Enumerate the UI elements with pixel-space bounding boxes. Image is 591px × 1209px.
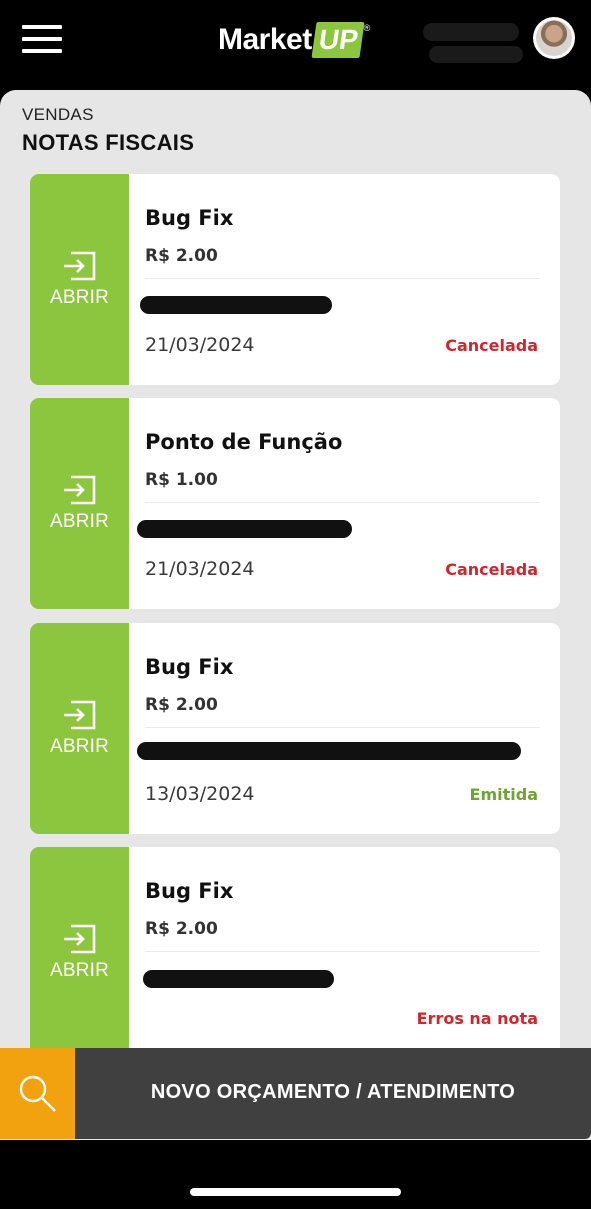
new-quote-label: NOVO ORÇAMENTO / ATENDIMENTO xyxy=(150,1081,516,1103)
invoice-title: Bug Fix xyxy=(145,655,234,679)
redacted-user-company xyxy=(429,46,523,63)
invoice-price: R$ 2.00 xyxy=(145,246,218,266)
invoice-price: R$ 1.00 xyxy=(145,470,218,490)
invoice-date: 13/03/2024 xyxy=(145,783,255,805)
logo-registered-mark: ® xyxy=(363,23,371,33)
logo-badge: UP xyxy=(311,22,365,58)
divider xyxy=(145,278,540,279)
bottom-action-bar: NOVO ORÇAMENTO / ATENDIMENTO xyxy=(0,1048,591,1139)
open-label: ABRIR xyxy=(49,960,110,981)
open-enter-icon xyxy=(64,700,96,730)
redacted-client xyxy=(140,296,332,314)
status-badge: Erros na nota xyxy=(416,1009,538,1028)
open-button[interactable]: ABRIR xyxy=(30,398,129,609)
divider xyxy=(145,951,540,952)
hamburger-menu-icon[interactable] xyxy=(22,25,62,55)
open-label: ABRIR xyxy=(49,287,110,308)
invoice-title: Ponto de Função xyxy=(145,430,343,454)
invoice-card[interactable]: ABRIR Ponto de Função R$ 1.00 21/03/2024… xyxy=(30,398,560,609)
status-badge: Cancelada xyxy=(445,336,538,355)
redacted-client xyxy=(137,742,521,760)
open-label: ABRIR xyxy=(49,736,110,757)
status-badge: Cancelada xyxy=(445,560,538,579)
new-quote-button[interactable]: NOVO ORÇAMENTO / ATENDIMENTO xyxy=(75,1048,591,1139)
open-button[interactable]: ABRIR xyxy=(30,174,129,385)
invoice-card[interactable]: ABRIR Bug Fix R$ 2.00 13/03/2024 Emitida xyxy=(30,623,560,834)
redacted-user-name xyxy=(423,23,519,41)
status-badge: Emitida xyxy=(469,785,538,804)
invoice-card[interactable]: ABRIR Bug Fix R$ 2.00 21/03/2024 Cancela… xyxy=(30,174,560,385)
invoice-price: R$ 2.00 xyxy=(145,695,218,715)
invoice-title: Bug Fix xyxy=(145,879,234,903)
open-button[interactable]: ABRIR xyxy=(30,847,129,1058)
redacted-client xyxy=(143,970,334,988)
open-button[interactable]: ABRIR xyxy=(30,623,129,834)
search-icon xyxy=(19,1075,56,1112)
divider xyxy=(145,502,540,503)
invoice-title: Bug Fix xyxy=(145,206,234,230)
breadcrumb-section: VENDAS xyxy=(22,105,94,124)
open-enter-icon xyxy=(64,924,96,954)
home-indicator xyxy=(190,1188,401,1196)
app-header: Market UP ® xyxy=(0,0,591,90)
marketup-logo: Market UP ® xyxy=(218,20,370,60)
invoice-date: 21/03/2024 xyxy=(145,558,255,580)
logo-text: Market xyxy=(218,23,312,56)
invoice-card[interactable]: ABRIR Bug Fix R$ 2.00 Erros na nota xyxy=(30,847,560,1058)
open-label: ABRIR xyxy=(49,511,110,532)
search-button[interactable] xyxy=(0,1048,75,1139)
open-enter-icon xyxy=(64,475,96,505)
divider xyxy=(145,727,540,728)
redacted-client xyxy=(137,520,352,538)
invoice-date: 21/03/2024 xyxy=(145,334,255,356)
open-enter-icon xyxy=(64,251,96,281)
user-avatar[interactable] xyxy=(533,17,575,59)
invoice-price: R$ 2.00 xyxy=(145,919,218,939)
page-title: NOTAS FISCAIS xyxy=(22,130,195,155)
main-panel: VENDAS NOTAS FISCAIS ABRIR Bug Fix R$ 2.… xyxy=(0,90,591,1140)
